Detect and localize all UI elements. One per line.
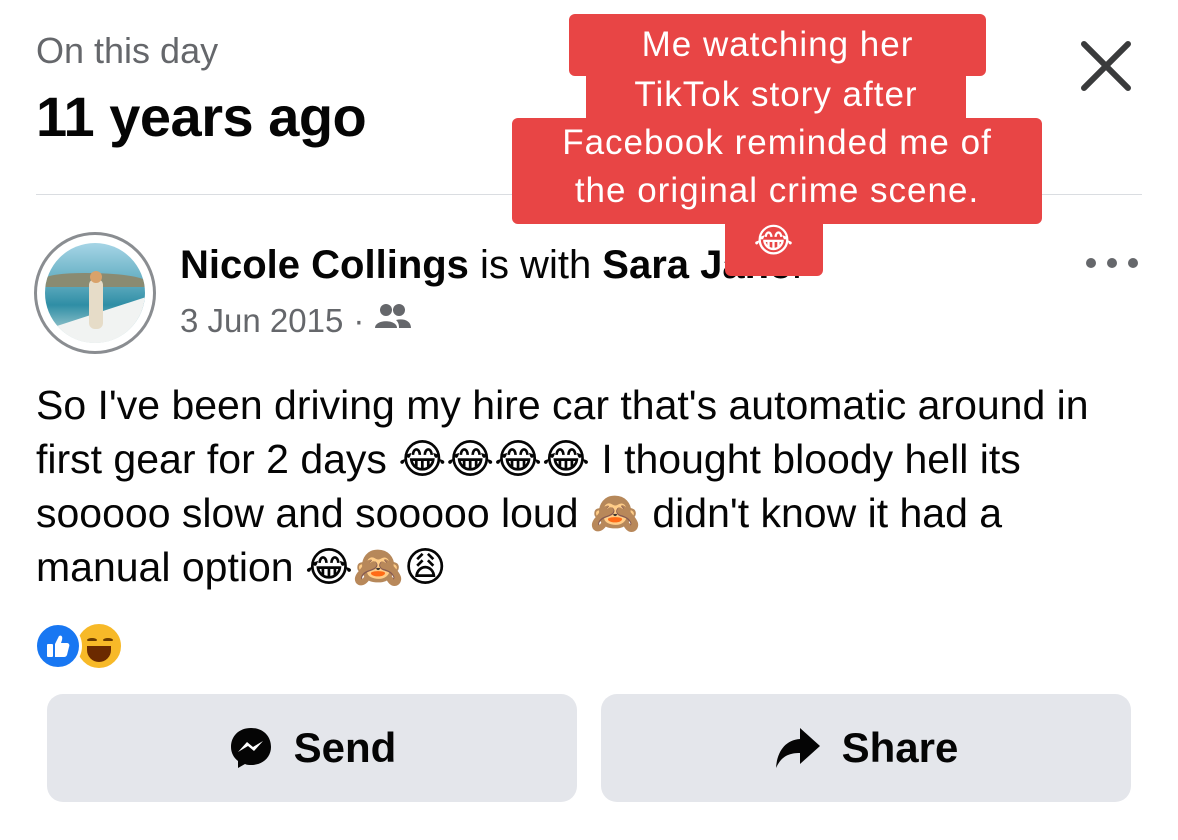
share-label: Share: [841, 724, 959, 771]
caption-line: Facebook reminded me of: [512, 118, 1042, 170]
caption-line: the original crime scene.: [512, 166, 1042, 224]
post-date[interactable]: 3 Jun 2015: [180, 302, 343, 340]
send-label: Send: [293, 724, 397, 771]
send-button[interactable]: Send: [47, 694, 577, 802]
share-arrow-icon: [774, 726, 822, 770]
post-author-line: Nicole Collings is with Sara Jane.: [180, 243, 802, 288]
close-button[interactable]: [1076, 36, 1136, 96]
memory-headline: 11 years ago: [36, 85, 367, 148]
messenger-icon: [228, 725, 274, 771]
caption-line: TikTok story after: [586, 70, 966, 122]
avatar-photo: [45, 243, 145, 343]
reaction-summary[interactable]: [34, 621, 124, 671]
post-meta: 3 Jun 2015 ·: [180, 302, 412, 340]
memory-post-screen: On this day 11 years ago Nicole Collings…: [0, 0, 1178, 840]
share-button[interactable]: Share: [601, 694, 1131, 802]
avatar[interactable]: [34, 232, 156, 354]
caption-line: Me watching her: [569, 14, 986, 76]
author-name-link[interactable]: Nicole Collings: [180, 243, 469, 287]
post-text: So I've been driving my hire car that's …: [36, 382, 1089, 590]
more-dot-icon: [1107, 258, 1117, 268]
meta-separator: ·: [353, 302, 365, 339]
more-options-button[interactable]: [1086, 252, 1138, 274]
more-dot-icon: [1128, 258, 1138, 268]
like-reaction-icon: [34, 622, 82, 670]
with-text: is with: [468, 243, 603, 287]
caption-emoji: 😂: [725, 218, 823, 276]
friends-icon: [374, 302, 412, 340]
more-dot-icon: [1086, 258, 1096, 268]
memory-kicker: On this day: [36, 30, 219, 71]
close-icon: [1081, 41, 1131, 91]
